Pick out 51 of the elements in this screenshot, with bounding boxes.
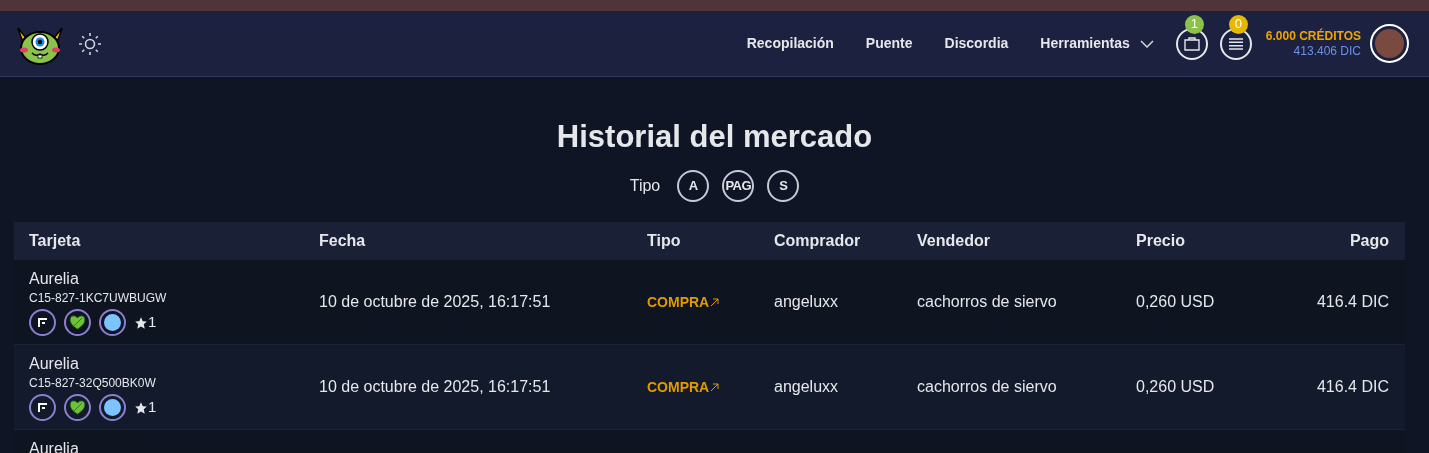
rarity-icon [29, 394, 56, 421]
external-arrow-icon [710, 297, 720, 307]
column-header: Comprador [774, 231, 862, 251]
card-code: C15-827-1KC7UWBUGW [29, 291, 168, 305]
star-icon [134, 400, 148, 415]
count-badge: 0 [1228, 14, 1248, 34]
type-filter-button[interactable]: PAG [722, 170, 755, 202]
transaction-type-link[interactable]: COMPRA [647, 291, 774, 313]
type-filter-button[interactable]: A [677, 170, 710, 202]
external-arrow-icon [710, 382, 720, 392]
page-title: Historial del mercado [556, 118, 873, 156]
star-count: 1 [148, 312, 157, 333]
card-name: Aurelia [29, 270, 80, 288]
transaction-type-link[interactable]: COMPRA [647, 376, 774, 398]
column-header: Precio [1136, 231, 1186, 251]
sun-icon[interactable] [78, 31, 102, 56]
column-header: Tipo [647, 231, 682, 251]
list-icon [1227, 37, 1244, 50]
table-cell-text: angeluxx [774, 292, 840, 312]
table-cell-text: 0,260 USD [1136, 377, 1216, 397]
credits-text: 6.000 CRÉDITOS [1265, 28, 1361, 44]
table-cell-text: 0,260 USD [1136, 292, 1216, 312]
balance-text: 413.406 DIC [1293, 43, 1361, 59]
nav-link[interactable]: Herramientas [1040, 33, 1154, 54]
table-cell-text: 10 de octubre de 2025, 16:17:51 [319, 377, 552, 397]
chevron-down-icon [1139, 39, 1154, 48]
bag-icon [1183, 36, 1200, 51]
column-header: Fecha [319, 231, 367, 251]
table-cell-text: cachorros de siervo [917, 292, 1058, 312]
nav-link[interactable]: Recopilación [746, 33, 834, 54]
filter-label: Tipo [629, 176, 661, 196]
type-filter-button[interactable]: S [767, 170, 800, 202]
star-count: 1 [148, 397, 157, 418]
card-code: C15-827-32Q500BK0W [29, 376, 157, 390]
star-icon [134, 315, 148, 330]
table-cell-text: 416.4 DIC [1316, 292, 1389, 312]
table-cell-text: cachorros de siervo [917, 377, 1058, 397]
nav-link[interactable]: Puente [865, 33, 913, 54]
table-cell-text: angeluxx [774, 377, 840, 397]
element-icon [99, 309, 126, 336]
table-cell-text: 10 de octubre de 2025, 16:17:51 [319, 292, 552, 312]
element-icon [99, 394, 126, 421]
nav-link[interactable]: Discordia [944, 33, 1009, 54]
count-badge: 1 [1184, 14, 1204, 34]
column-header: Tarjeta [29, 231, 82, 251]
column-header: Pago [1349, 231, 1389, 251]
table-cell-text: 416.4 DIC [1316, 377, 1389, 397]
column-header: Vendedor [917, 231, 991, 251]
rarity-icon [29, 309, 56, 336]
card-name: Aurelia [29, 355, 80, 373]
avatar[interactable] [1370, 24, 1409, 63]
